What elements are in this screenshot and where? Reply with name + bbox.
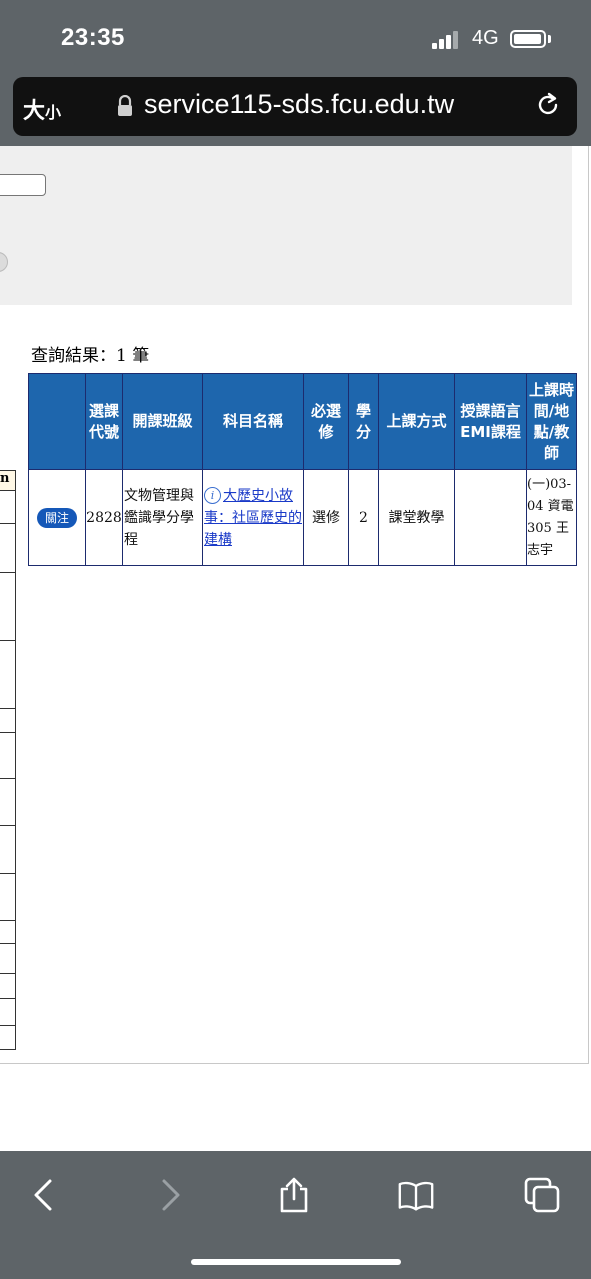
credits-cell: 2	[348, 469, 379, 566]
home-indicator[interactable]	[191, 1259, 401, 1265]
lock-icon	[118, 95, 132, 116]
result-table: 選課代號 開課班級 科目名稱 必選修 學分 上課方式 授課語言EMI課程 上課時…	[28, 373, 577, 566]
network-type: 4G	[472, 27, 499, 49]
browser-top-chrome: 23:35 4G 大小 service115-sds.fcu.edu.tw	[0, 0, 591, 146]
subject-cell: i 大歷史小故事：社區歷史的建構	[202, 469, 304, 566]
language-cell	[454, 469, 527, 566]
status-time: 23:35	[61, 24, 125, 51]
required-cell: 選修	[303, 469, 349, 566]
search-input-fragment[interactable]	[0, 174, 46, 196]
frame-border-right	[588, 146, 589, 1064]
result-count: 查詢結果：1 筆	[31, 346, 150, 366]
action-cell: 關注	[28, 469, 86, 566]
web-page: n 查詢結果：1 筆 選課代號 開課班級 科目名稱 必選修 學分 上課方式 授課…	[0, 146, 591, 1151]
header-class: 開課班級	[122, 373, 203, 470]
battery-tip	[548, 35, 551, 43]
browser-toolbar	[0, 1151, 591, 1279]
left-table-fragment: n	[0, 470, 16, 1050]
share-icon[interactable]	[276, 1177, 312, 1213]
table-row: 關注 2828 文物管理與鑑識學分學程 i 大歷史小故事：社區歷史的建構 選修 2…	[28, 469, 577, 566]
signal-icon	[432, 31, 462, 49]
class-cell: 文物管理與鑑識學分學程	[122, 469, 203, 566]
text-size-button[interactable]: 大小	[23, 93, 61, 125]
back-icon[interactable]	[26, 1177, 62, 1213]
header-credits: 學分	[348, 373, 379, 470]
left-table-fragment-text: n	[0, 471, 10, 486]
follow-button[interactable]: 關注	[36, 507, 77, 528]
url-text[interactable]: service115-sds.fcu.edu.tw	[144, 89, 454, 120]
header-code: 選課代號	[85, 373, 123, 470]
frame-border-bottom	[0, 1063, 589, 1064]
header-language: 授課語言EMI課程	[454, 373, 527, 470]
info-icon[interactable]: i	[204, 486, 221, 504]
header-required: 必選修	[303, 373, 349, 470]
address-bar[interactable]: 大小 service115-sds.fcu.edu.tw	[13, 77, 577, 136]
time-place-cell: (一)03-04 資電305 王志宇	[526, 469, 577, 566]
forward-icon[interactable]	[152, 1177, 188, 1213]
header-method: 上課方式	[378, 373, 455, 470]
bookmarks-icon[interactable]	[398, 1177, 434, 1213]
battery-icon	[510, 30, 546, 48]
method-cell: 課堂教學	[378, 469, 455, 566]
code-cell: 2828	[85, 469, 123, 566]
header-time-place: 上課時間/地點/教師	[526, 373, 577, 470]
header-action	[28, 373, 86, 470]
header-subject: 科目名稱	[202, 373, 304, 470]
search-form-panel	[0, 146, 572, 305]
reload-icon[interactable]	[534, 91, 562, 119]
tabs-icon[interactable]	[524, 1177, 560, 1213]
radio-fragment[interactable]	[0, 252, 8, 272]
